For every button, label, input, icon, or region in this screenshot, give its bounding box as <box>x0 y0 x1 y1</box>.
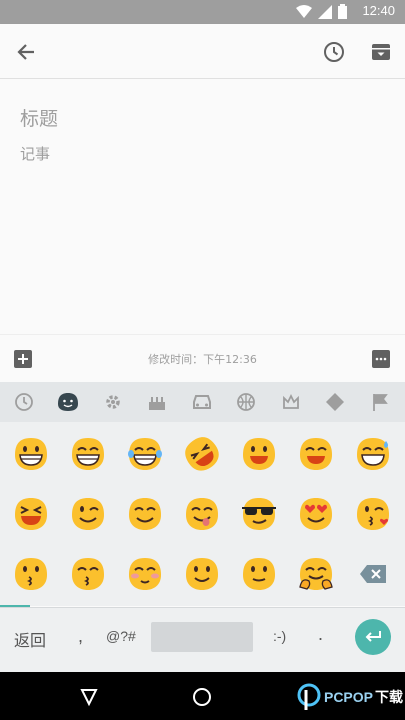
nav-back-button[interactable] <box>76 684 102 710</box>
status-bar: 12:40 <box>0 0 405 24</box>
status-icons <box>296 4 347 19</box>
car-icon[interactable] <box>180 382 224 422</box>
nav-home-button[interactable] <box>189 684 215 710</box>
diamond-icon[interactable] <box>313 382 357 422</box>
kissing-closed-icon[interactable] <box>59 544 116 604</box>
status-time: 12:40 <box>362 3 395 18</box>
emoji-category-tabs <box>0 382 405 422</box>
return-icon <box>365 631 381 642</box>
note-bottom-bar: 修改时间：下午12:36 <box>0 334 405 383</box>
more-icon <box>372 350 390 368</box>
clock-icon <box>324 42 344 62</box>
hugging-icon[interactable] <box>287 544 344 604</box>
space-key[interactable] <box>151 622 253 652</box>
recent-icon[interactable] <box>2 382 46 422</box>
emoticon-key[interactable]: :-) <box>273 628 286 644</box>
archive-icon <box>372 44 390 60</box>
beaming-icon[interactable] <box>59 424 116 484</box>
back-to-keyboard-key[interactable]: 返回 <box>14 627 46 651</box>
archive-button[interactable] <box>365 36 397 68</box>
wifi-icon <box>296 4 312 18</box>
comma-key[interactable]: , <box>78 626 83 647</box>
slight-smile-icon[interactable] <box>173 544 230 604</box>
arrow-back-icon <box>17 44 34 60</box>
period-key[interactable]: . <box>318 624 323 645</box>
signal-icon <box>318 4 332 19</box>
symbols-key[interactable]: @?# <box>106 628 136 644</box>
kissing-icon[interactable] <box>2 544 59 604</box>
sweat-smile-icon[interactable] <box>344 424 401 484</box>
laughing-tears-icon[interactable] <box>116 424 173 484</box>
grin-icon[interactable] <box>2 424 59 484</box>
watermark-text: PCPOP <box>323 689 373 705</box>
smiley-icon[interactable] <box>46 382 90 422</box>
settings-icon[interactable] <box>91 382 135 422</box>
toolbar <box>0 24 405 79</box>
triangle-back-icon <box>80 689 98 707</box>
squint-laugh-icon[interactable] <box>2 484 59 544</box>
back-button[interactable] <box>10 36 42 68</box>
more-button[interactable] <box>370 348 392 370</box>
flag-icon[interactable] <box>358 382 402 422</box>
backspace-icon[interactable] <box>344 544 401 604</box>
note-body-field[interactable]: 记事 <box>20 143 50 164</box>
battery-icon <box>338 4 347 19</box>
rolling-laugh-icon[interactable] <box>173 424 230 484</box>
kiss-heart-icon[interactable] <box>344 484 401 544</box>
reminder-button[interactable] <box>318 36 350 68</box>
smiling-eyes-icon[interactable] <box>287 424 344 484</box>
pcpop-logo-icon <box>297 683 321 710</box>
note-title-field[interactable]: 标题 <box>20 104 58 131</box>
ball-icon[interactable] <box>224 382 268 422</box>
smile-icon[interactable] <box>230 424 287 484</box>
yum-icon[interactable] <box>173 484 230 544</box>
blush-icon[interactable] <box>116 544 173 604</box>
wink-icon[interactable] <box>59 484 116 544</box>
watermark-suffix: 下载 <box>375 690 403 706</box>
cake-icon[interactable] <box>135 382 179 422</box>
watermark: PCPOP 下载 <box>296 682 403 712</box>
heart-eyes-icon[interactable] <box>287 484 344 544</box>
neutral-smile-icon[interactable] <box>230 544 287 604</box>
content-smile-icon[interactable] <box>116 484 173 544</box>
crown-icon[interactable] <box>269 382 313 422</box>
note-editor[interactable] <box>0 79 405 334</box>
edited-time: 修改时间：下午12:36 <box>148 353 257 366</box>
circle-home-icon <box>193 688 211 706</box>
sunglasses-icon[interactable] <box>230 484 287 544</box>
keyboard-bottom-row: 返回 , @?# :-) . <box>0 607 405 672</box>
enter-key[interactable] <box>355 619 391 655</box>
emoji-grid <box>0 422 405 606</box>
